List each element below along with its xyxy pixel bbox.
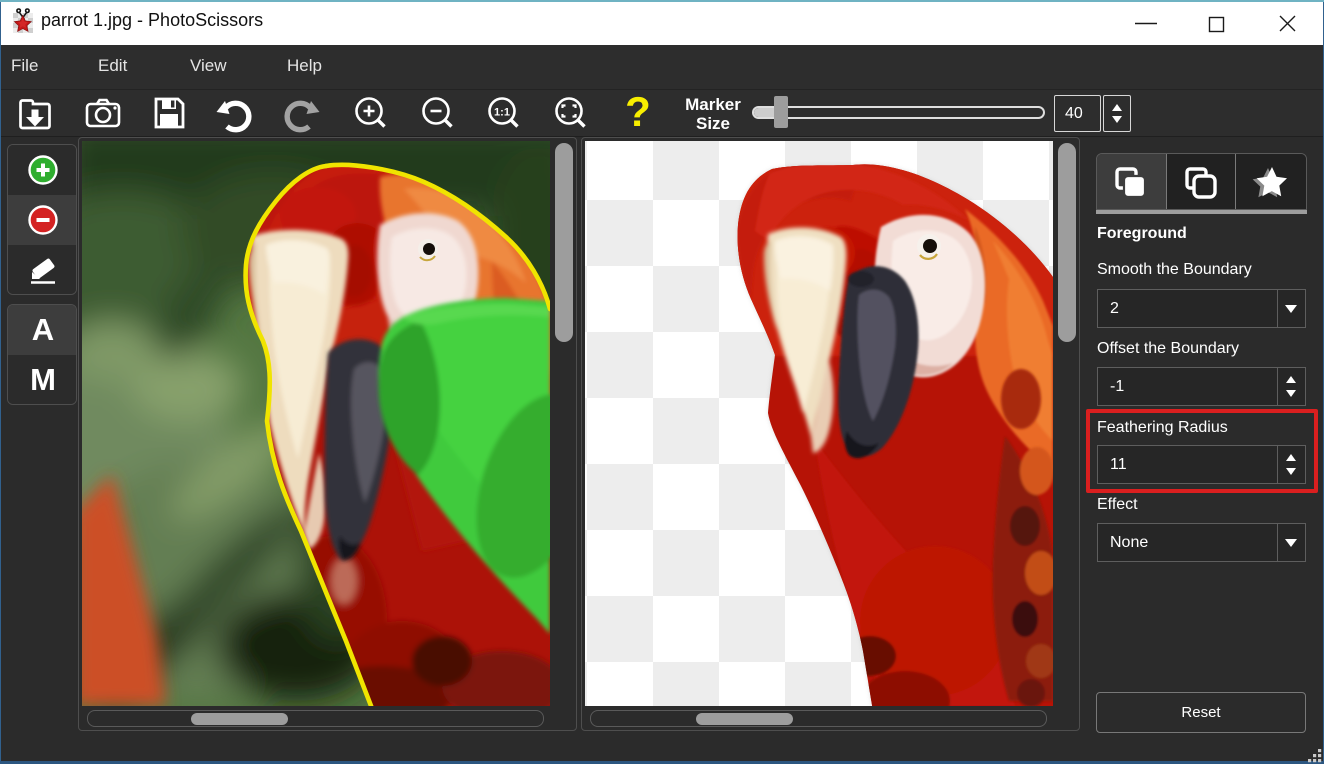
svg-text:1:1: 1:1 [494, 107, 510, 119]
